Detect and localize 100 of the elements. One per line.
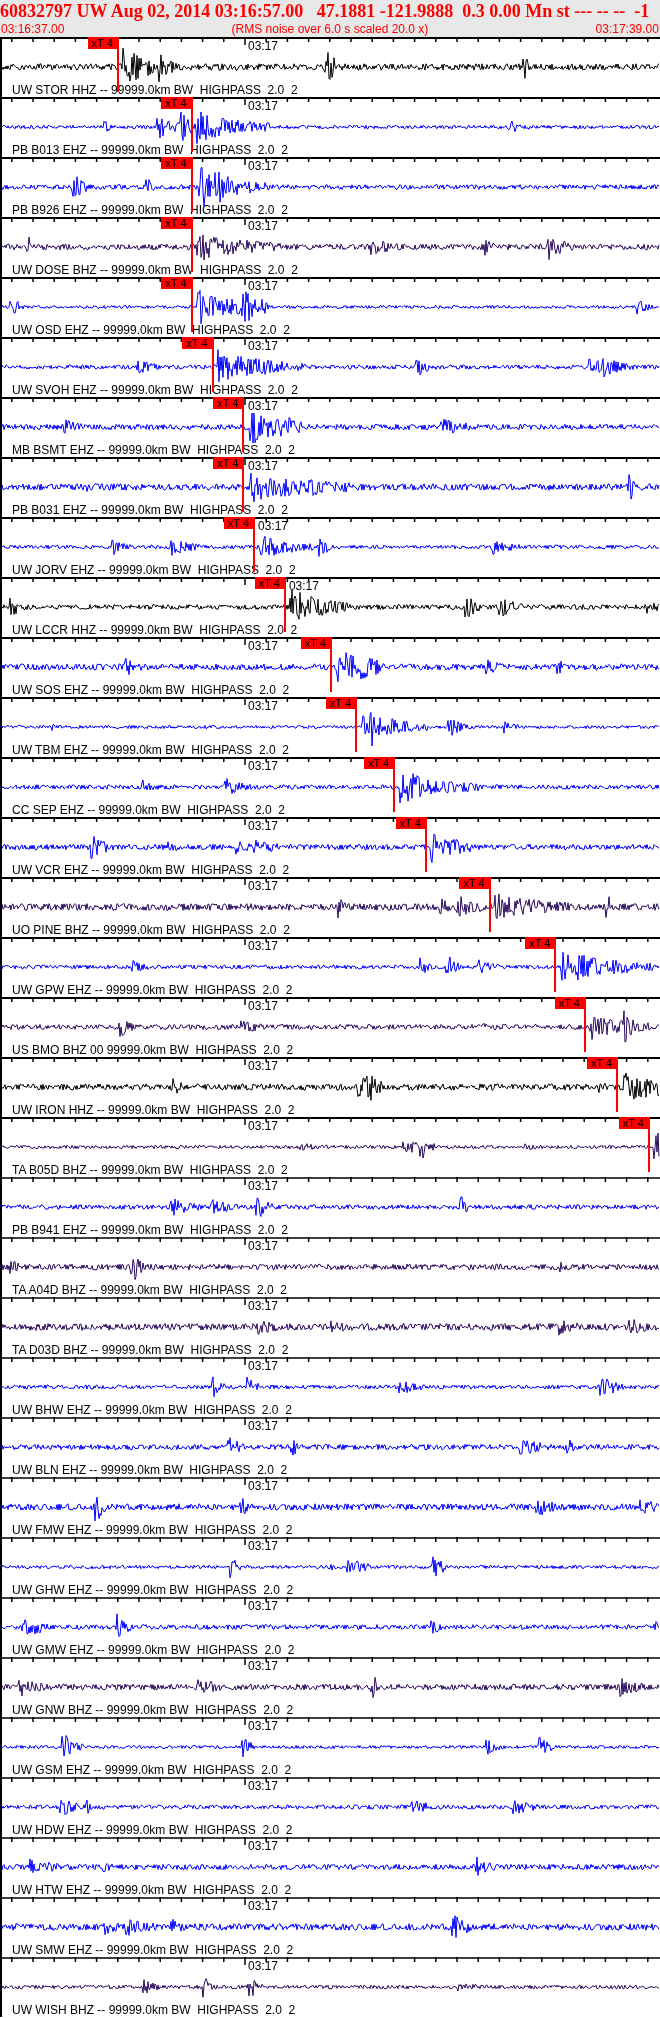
time-label: 03:17 [248,820,279,833]
station-label: PB B941 EHZ -- 99999.0km BW HIGHPASS 2.0 2 [12,1224,288,1237]
time-label: 03:17 [248,100,279,113]
pick-label: xT 4 [325,697,355,709]
pick-label: xT 4 [300,637,330,649]
scale-note: (RMS noise over 6.0 s scaled 20.0 x) [231,22,429,36]
station-label: MB BSMT EHZ -- 99999.0km BW HIGHPASS 2.0 2 [12,444,295,457]
pick-line [190,157,193,212]
station-label: UW BLN EHZ -- 99999.0km BW HIGHPASS 2.0 2 [12,1464,288,1477]
station-label: PB B926 EHZ -- 99999.0km BW HIGHPASS 2.0 2 [12,204,288,217]
station-label: UW HDW EHZ -- 99999.0km BW HIGHPASS 2.0 2 [12,1824,293,1837]
end-time: 03:17:39.00 [595,22,659,36]
pick-label: xT 4 [161,217,191,229]
station-label: UW JORV EHZ -- 99999.0km BW HIGHPASS 2.0 2 [12,564,296,577]
station-label: UW SVOH EHZ -- 99999.0km BW HIGHPASS 2.0 2 [12,384,298,397]
pick-label: xT 4 [459,877,489,889]
pick-label: xT 4 [182,337,212,349]
pick-label: xT 4 [161,97,191,109]
station-label: UW HTW EHZ -- 99999.0km BW HIGHPASS 2.0 2 [12,1884,292,1897]
pick-line [355,697,357,752]
time-label: 03:17 [248,640,279,653]
pick-label: xT 4 [254,577,284,589]
station-label: UW VCR EHZ -- 99999.0km BW HIGHPASS 2.0 2 [12,864,290,877]
time-label: 03:17 [248,1480,279,1493]
pick-line [330,637,332,692]
station-label: UW WISH BHZ -- 99999.0km BW HIGHPASS 2.0 2 [12,2004,296,2017]
station-label: UW BHW EHZ -- 99999.0km BW HIGHPASS 2.0 2 [12,1404,292,1417]
time-label: 03:17 [248,1540,279,1553]
time-label: 03:17 [248,1960,279,1973]
station-label: UW GNW BHZ -- 99999.0km BW HIGHPASS 2.0 2 [12,1704,294,1717]
pick-label: xT 4 [161,277,191,289]
station-label: PB B013 EHZ -- 99999.0km BW HIGHPASS 2.0 2 [12,144,288,157]
time-label: 03:17 [248,940,279,953]
time-label: 03:17 [248,280,279,293]
station-label: US BMO BHZ 00 99999.0km BW HIGHPASS 2.0 2 [12,1044,294,1057]
station-label: UW TBM EHZ -- 99999.0km BW HIGHPASS 2.0 2 [12,744,289,757]
pick-line [424,817,427,872]
time-label: 03:17 [248,1840,279,1853]
pick-label: xT 4 [587,1057,617,1069]
time-label: 03:17 [248,460,279,473]
time-label: 03:17 [248,1600,279,1613]
time-label: 03:17 [258,520,289,533]
pick-label: xT 4 [213,397,243,409]
time-label: 03:17 [248,400,279,413]
time-label: 03:17 [248,1900,279,1913]
time-label: 03:17 [248,220,279,233]
event-title: 60832797 UW Aug 02, 2014 03:16:57.00 47.1881 -121.9888 0.3 0.00 Mn st --- -- -- -1 [0,0,651,22]
time-label: 03:17 [248,880,279,893]
station-label: UW GMW EHZ -- 99999.0km BW HIGHPASS 2.0 2 [12,1644,295,1657]
pick-line [488,877,491,932]
station-label: TA B05D BHZ -- 99999.0km BW HIGHPASS 2.0 2 [12,1164,288,1177]
time-label: 03:17 [248,40,279,53]
station-label: UW LCCR HHZ -- 99999.0km BW HIGHPASS 2.0 2 [12,624,298,637]
pick-line [393,757,396,812]
time-label: 03:17 [248,1120,279,1133]
station-label: PB B031 EHZ -- 99999.0km BW HIGHPASS 2.0 2 [12,504,288,517]
station-label: UO PINE BHZ -- 99999.0km BW HIGHPASS 2.0 2 [12,924,290,937]
time-label: 03:17 [248,760,279,773]
station-label: CC SEP EHZ -- 99999.0km BW HIGHPASS 2.0 2 [12,804,285,817]
station-label: UW OSD EHZ -- 99999.0km BW HIGHPASS 2.0 2 [12,324,290,337]
pick-label: xT 4 [161,157,191,169]
time-label: 03:17 [248,340,279,353]
time-label: 03:17 [248,1000,279,1013]
time-label: 03:17 [248,1240,279,1253]
pick-label: xT 4 [87,37,117,49]
pick-line [647,1117,650,1172]
station-label: UW GPW EHZ -- 99999.0km BW HIGHPASS 2.0 2 [12,984,293,997]
time-label: 03:17 [248,1060,279,1073]
pick-label: xT 4 [525,937,555,949]
pick-line [554,937,557,992]
time-label: 03:17 [248,1360,279,1373]
time-label: 03:17 [248,1180,279,1193]
time-label: 03:17 [248,1720,279,1733]
time-label: 03:17 [248,700,279,713]
time-label: 03:17 [248,1420,279,1433]
pick-line [190,277,193,332]
time-label: 03:17 [248,1780,279,1793]
pick-line [253,517,255,572]
station-label: UW SMW EHZ -- 99999.0km BW HIGHPASS 2.0 2 [12,1944,294,1957]
station-label: UW GHW EHZ -- 99999.0km BW HIGHPASS 2.0 2 [12,1584,294,1597]
station-label: UW SOS EHZ -- 99999.0km BW HIGHPASS 2.0 2 [12,684,290,697]
station-label: UW IRON HHZ -- 99999.0km BW HIGHPASS 2.0 2 [12,1104,295,1117]
pick-label: xT 4 [223,517,253,529]
station-label: UW STOR HHZ -- 99999.0km BW HIGHPASS 2.0 2 [12,84,298,97]
start-time: 03:16:37.00 [1,22,65,36]
pick-label: xT 4 [363,757,394,769]
pick-label: xT 4 [213,457,243,469]
pick-label: xT 4 [395,817,425,829]
time-label: 03:17 [288,580,319,593]
station-label: TA A04D BHZ -- 99999.0km BW HIGHPASS 2.0 2 [12,1284,287,1297]
time-label: 03:17 [248,1660,279,1673]
pick-line [283,577,286,632]
pick-label: xT 4 [554,997,584,1009]
station-label: UW GSM EHZ -- 99999.0km BW HIGHPASS 2.0 2 [12,1764,292,1777]
station-label: TA D03D BHZ -- 99999.0km BW HIGHPASS 2.0 2 [12,1344,289,1357]
time-label: 03:17 [248,160,279,173]
pick-line [584,997,586,1052]
pick-line [616,1057,619,1112]
pick-line [190,217,193,272]
station-label: UW FMW EHZ -- 99999.0km BW HIGHPASS 2.0 2 [12,1524,293,1537]
